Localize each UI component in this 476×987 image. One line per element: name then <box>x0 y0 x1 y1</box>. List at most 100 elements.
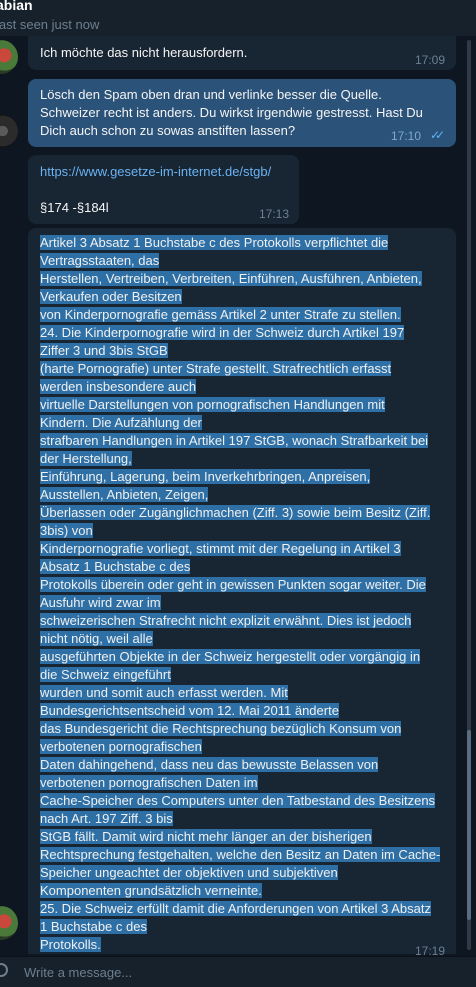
message-input[interactable]: Write a message... <box>24 965 132 980</box>
selected-text: Vertragsstaaten, das <box>40 253 160 268</box>
selected-text: Bundesgerichtsentscheid vom 12. Mai 2011… <box>40 703 339 718</box>
message-time: 17:09 <box>415 53 446 67</box>
message-line: Absatz 1 Buchstabe c des <box>40 558 445 576</box>
message-line: Verkaufen oder Besitzen <box>40 288 445 306</box>
message-link[interactable]: https://www.gesetze-im-internet.de/stgb/ <box>40 163 271 181</box>
selected-text: Kinderpornografie vorliegt, stimmt mit d… <box>40 541 401 556</box>
selected-text: Protokolls überein oder geht in gewissen… <box>40 577 426 592</box>
selected-text: nicht nötig, weil alle <box>40 631 153 646</box>
message-line: Cache-Speicher des Computers unter den T… <box>40 792 445 810</box>
message-line: Herstellen, Vertreiben, Verbreiten, Einf… <box>40 270 445 288</box>
message-line: Dich auch schon zu sowas anstiften lasse… <box>40 123 296 138</box>
selected-text: Speicher ungeachtet der objektiven und s… <box>40 865 338 880</box>
message-line: Speicher ungeachtet der objektiven und s… <box>40 864 445 882</box>
message-line: verbotenen pornografischen <box>40 738 445 756</box>
scrollbar-thumb[interactable] <box>467 730 471 920</box>
message-line: nicht nötig, weil alle <box>40 630 445 648</box>
selected-text: strafbaren Handlungen in Artikel 197 StG… <box>40 433 429 448</box>
selected-text: Kindern. Die Aufzählung der <box>40 415 202 430</box>
selected-text: verbotenen pornografischen Daten im <box>40 775 258 790</box>
message-line: nach Art. 197 Ziff. 3 bis <box>40 810 445 828</box>
message-line: Protokolls. <box>40 936 445 954</box>
message-line: wurden und somit auch erfasst werden. Mi… <box>40 684 445 702</box>
message-line: werden insbesondere auch <box>40 378 445 396</box>
selected-text: Artikel 3 Absatz 1 Buchstabe c des Proto… <box>40 235 389 250</box>
message-line: strafbaren Handlungen in Artikel 197 StG… <box>40 432 445 450</box>
selected-text: wurden und somit auch erfasst werden. Mi… <box>40 685 288 700</box>
message-outgoing[interactable]: Lösch den Spam oben dran und verlinke be… <box>28 79 456 147</box>
selected-text: 24. Die Kinderpornografie wird in der Sc… <box>40 325 405 340</box>
selected-text: Herstellen, Vertreiben, Verbreiten, Einf… <box>40 271 422 286</box>
message-line: Lösch den Spam oben dran und verlinke be… <box>40 87 382 102</box>
message-composer: Write a message... <box>0 956 476 987</box>
selected-text: Rechtsprechung festgehalten, welche den … <box>40 847 441 862</box>
selected-text: 1 Buchstabe c des <box>40 919 147 934</box>
message-line: 3bis) von <box>40 522 445 540</box>
selected-text: Einführung, Lagerung, beim Inverkehrbrin… <box>40 469 371 484</box>
selected-text: Absatz 1 Buchstabe c des <box>40 559 191 574</box>
message-line: Kindern. Die Aufzählung der <box>40 414 445 432</box>
message-line: virtuelle Darstellungen von pornografisc… <box>40 396 445 414</box>
selected-text: Daten dahingehend, dass neu das bewusste… <box>40 757 379 772</box>
selected-text: (harte Pornografie) unter Strafe gestell… <box>40 361 392 376</box>
read-checks-icon: ✓✓ <box>430 128 445 142</box>
message-line: (harte Pornografie) unter Strafe gestell… <box>40 360 445 378</box>
message-incoming[interactable]: Ich möchte das nicht herausfordern. 17:0… <box>28 36 456 70</box>
avatar[interactable] <box>0 906 18 940</box>
selected-text: der Herstellung, <box>40 451 132 466</box>
chat-title: abian <box>0 0 33 13</box>
selected-text: Verkaufen oder Besitzen <box>40 289 182 304</box>
selected-text: virtuelle Darstellungen von pornografisc… <box>40 397 385 412</box>
message-line: schweizerischen Strafrecht nicht explizi… <box>40 612 445 630</box>
chat-header[interactable]: abian last seen just now <box>0 0 476 36</box>
message-body: Artikel 3 Absatz 1 Buchstabe c des Proto… <box>40 234 445 954</box>
message-line: von Kinderpornografie gemäss Artikel 2 u… <box>40 306 445 324</box>
emoji-icon[interactable] <box>0 963 8 977</box>
message-line: verbotenen pornografischen Daten im <box>40 774 445 792</box>
selected-text: schweizerischen Strafrecht nicht explizi… <box>40 613 412 628</box>
selected-text: das Bundesgericht die Rechtsprechung bez… <box>40 721 402 736</box>
selected-text: die Schweiz eingeführt <box>40 667 171 682</box>
message-line: 25. Die Schweiz erfüllt damit die Anford… <box>40 900 445 918</box>
message-line: das Bundesgericht die Rechtsprechung bez… <box>40 720 445 738</box>
message-line: Schweizer recht ist anders. Du wirkst ir… <box>40 105 423 120</box>
avatar[interactable] <box>0 40 18 74</box>
selected-text: StGB fällt. Damit wird nicht mehr länger… <box>40 829 372 844</box>
message-line: Kinderpornografie vorliegt, stimmt mit d… <box>40 540 445 558</box>
selected-text: ausgeführten Objekte in der Schweiz herg… <box>40 649 421 664</box>
chat-scrollbar[interactable] <box>467 40 471 950</box>
selected-text: Ziffer 3 und 3bis StGB <box>40 343 168 358</box>
message-line: ausgeführten Objekte in der Schweiz herg… <box>40 648 445 666</box>
selected-text: Überlassen oder Zugänglichmachen (Ziff. … <box>40 505 431 520</box>
message-line: der Herstellung, <box>40 450 445 468</box>
selected-text: Ausfuhr wird zwar im <box>40 595 161 610</box>
message-line: Ausstellen, Anbieten, Zeigen, <box>40 486 445 504</box>
message-line: Daten dahingehend, dass neu das bewusste… <box>40 756 445 774</box>
message-line: Ausfuhr wird zwar im <box>40 594 445 612</box>
selected-text: Cache-Speicher des Computers unter den T… <box>40 793 436 808</box>
selected-text: 25. Die Schweiz erfüllt damit die Anford… <box>40 901 431 916</box>
message-line: Komponenten grundsätzlich verneinte. <box>40 882 445 900</box>
message-incoming[interactable]: Artikel 3 Absatz 1 Buchstabe c des Proto… <box>28 228 456 958</box>
selected-text: von Kinderpornografie gemäss Artikel 2 u… <box>40 307 401 322</box>
chat-status: last seen just now <box>0 17 100 32</box>
selected-text: 3bis) von <box>40 523 93 538</box>
message-line: 1 Buchstabe c des <box>40 918 445 936</box>
message-line: Artikel 3 Absatz 1 Buchstabe c des Proto… <box>40 234 445 252</box>
selected-text: Komponenten grundsätzlich verneinte. <box>40 883 262 898</box>
message-incoming[interactable]: https://www.gesetze-im-internet.de/stgb/… <box>28 155 299 224</box>
selected-text: nach Art. 197 Ziff. 3 bis <box>40 811 173 826</box>
message-line: Einführung, Lagerung, beim Inverkehrbrin… <box>40 468 445 486</box>
selected-text: werden insbesondere auch <box>40 379 197 394</box>
selected-text: verbotenen pornografischen <box>40 739 202 754</box>
message-line: die Schweiz eingeführt <box>40 666 445 684</box>
message-line: StGB fällt. Damit wird nicht mehr länger… <box>40 828 445 846</box>
message-line: Protokolls überein oder geht in gewissen… <box>40 576 445 594</box>
message-line: Ziffer 3 und 3bis StGB <box>40 342 445 360</box>
message-time: 17:10 <box>391 129 422 143</box>
avatar[interactable] <box>0 114 18 148</box>
message-line: Bundesgerichtsentscheid vom 12. Mai 2011… <box>40 702 445 720</box>
message-text: §174 -§184l <box>40 200 109 215</box>
message-line: Vertragsstaaten, das <box>40 252 445 270</box>
message-line: Rechtsprechung festgehalten, welche den … <box>40 846 445 864</box>
